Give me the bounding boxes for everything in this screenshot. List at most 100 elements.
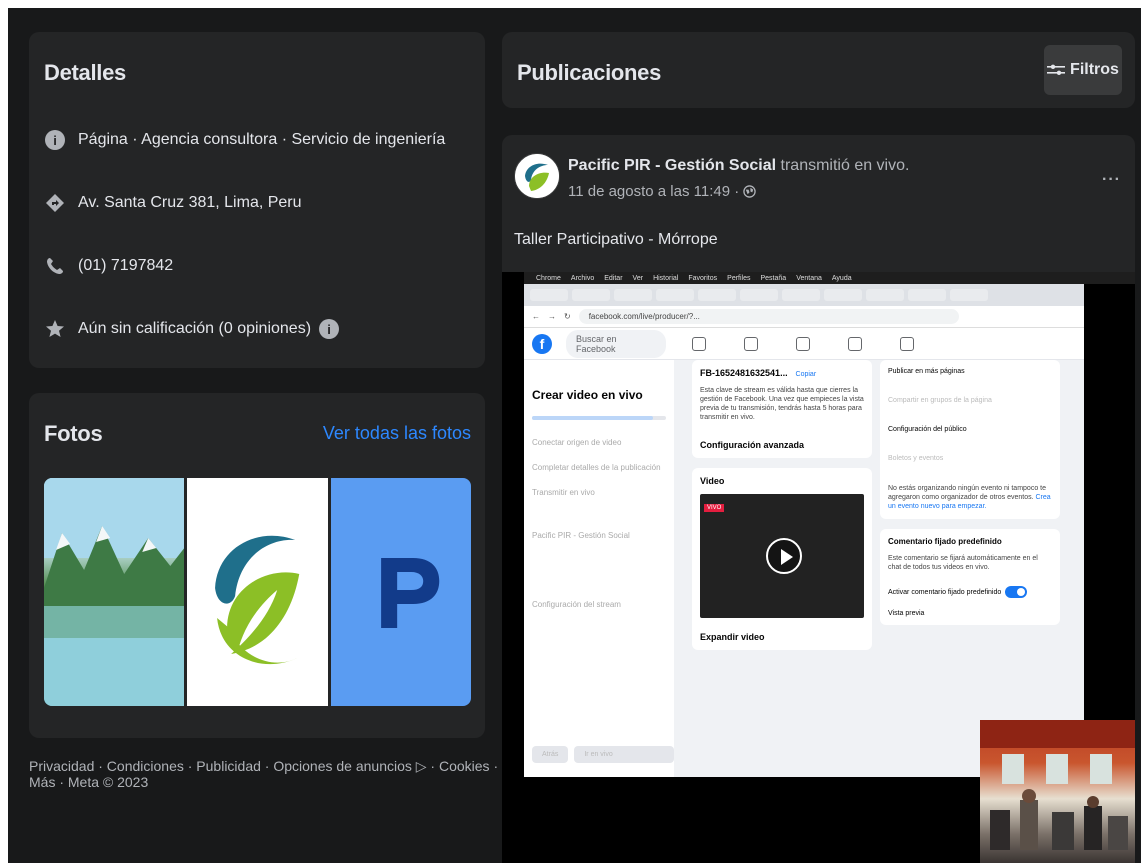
browser-url: facebook.com/live/producer/?...: [578, 309, 959, 324]
create-live-title: Crear video en vivo: [532, 388, 643, 402]
setup-progress: [532, 416, 666, 420]
video-label: Video: [700, 476, 725, 486]
mac-menu-bar: Chrome Archivo Editar Ver Historial Favo…: [524, 272, 1135, 284]
mac-menu-item: Ayuda: [831, 274, 852, 282]
forward-arrow-icon: →: [548, 312, 556, 321]
live-producer-settings: Publicar en más páginas Compartir en gru…: [880, 360, 1060, 777]
filters-label: Filtros: [1070, 61, 1119, 78]
mac-menu-item: Ver: [632, 274, 644, 282]
footer-links[interactable]: Privacidad · Condiciones · Publicidad · …: [29, 758, 499, 790]
live-producer-main: FB-1652481632541... Copiar Esta clave de…: [692, 360, 872, 777]
notes-icon: [900, 336, 914, 351]
details-rating: Aún sin calificación (0 opiniones): [78, 320, 312, 337]
go-live-button: Ir en vivo: [574, 746, 675, 763]
details-page-type: Página · Agencia consultora · Servicio d…: [78, 131, 446, 148]
audience-settings: Configuración del público: [888, 426, 967, 433]
camera-overlay: [980, 720, 1135, 863]
pages-icon: [796, 336, 810, 351]
photos-card: Fotos Ver todas las fotos: [29, 393, 485, 738]
copy-key-button: Copiar: [795, 371, 817, 378]
post-action: transmitió en vivo.: [780, 157, 910, 174]
stream-key-card: FB-1652481632541... Copiar Esta clave de…: [692, 360, 872, 458]
stream-key-note: Esta clave de stream es válida hasta que…: [700, 387, 864, 421]
pinned-comment-card: Comentario fijado predefinido Este comen…: [880, 529, 1060, 625]
live-badge: VIVO: [704, 504, 725, 512]
photo-landscape[interactable]: [44, 478, 185, 706]
mac-menu-item: Editar: [604, 274, 623, 282]
screen-share-browser: ← → ↻ facebook.com/live/producer/?... f …: [524, 284, 1084, 777]
rating-info-icon[interactable]: i: [319, 319, 340, 339]
flag-icon: [744, 336, 758, 351]
mac-menu-item: Favoritos: [688, 274, 718, 282]
publish-more-pages: Publicar en más páginas: [888, 368, 965, 375]
info-icon: i: [44, 129, 66, 151]
events-note-text: No estás organizando ningún evento ni ta…: [888, 485, 1046, 501]
details-phone[interactable]: (01) 7197842: [78, 257, 173, 275]
photo-p-logo[interactable]: [330, 478, 471, 706]
live-video-player[interactable]: Chrome Archivo Editar Ver Historial Favo…: [502, 272, 1135, 863]
mac-menu-item: Archivo: [570, 274, 595, 282]
fb-top-bar: f Buscar en Facebook: [524, 328, 1084, 360]
post-more-options-button[interactable]: ···: [1102, 171, 1121, 189]
pinned-toggle: [1005, 586, 1028, 598]
globe-icon: [743, 185, 756, 198]
page: Detalles i Página · Agencia consultora ·…: [8, 8, 1141, 863]
publish-settings-card: Publicar en más páginas Compartir en gru…: [880, 360, 1060, 519]
back-button: Atrás: [532, 746, 569, 763]
fb-search-input: Buscar en Facebook: [566, 329, 666, 358]
events-note: No estás organizando ningún evento ni ta…: [888, 484, 1052, 511]
tickets-events: Boletos y eventos: [888, 455, 944, 462]
post-text: Taller Participativo - Mórrope: [514, 231, 718, 248]
advanced-settings: Configuración avanzada: [700, 440, 805, 450]
photos-title: Fotos: [44, 421, 103, 446]
mac-menu-item: Pestaña: [760, 274, 787, 282]
post-meta: 11 de agosto a las 11:49 ·: [568, 183, 756, 200]
reload-icon: ↻: [564, 312, 571, 321]
details-page-type-row: i Página · Agencia consultora · Servicio…: [44, 129, 445, 151]
setup-step: Completar detalles de la publicación: [532, 463, 661, 472]
live-producer: Crear video en vivo Conectar origen de v…: [524, 360, 1084, 777]
mac-menu-item: Ventana: [796, 274, 822, 282]
sidebar-buttons: Atrás Ir en vivo: [532, 746, 675, 763]
home-icon: [692, 336, 706, 351]
mac-menu-item: Chrome: [536, 274, 561, 282]
expand-video: Expandir video: [700, 632, 765, 642]
filters-icon: [1047, 64, 1066, 75]
stream-key: FB-1652481632541...: [700, 368, 788, 378]
mac-menu-item: Historial: [653, 274, 679, 282]
megaphone-icon: [848, 336, 862, 351]
details-address[interactable]: Av. Santa Cruz 381, Lima, Peru: [78, 194, 302, 212]
mac-menu-item: Perfiles: [727, 274, 751, 282]
browser-tabs: [524, 284, 1084, 306]
posts-header-card: Publicaciones Filtros: [502, 32, 1135, 108]
browser-address-bar: ← → ↻ facebook.com/live/producer/?...: [524, 306, 1084, 328]
pinned-title: Comentario fijado predefinido: [888, 537, 1002, 546]
post-date[interactable]: 11 de agosto a las 11:49 ·: [568, 183, 739, 200]
directions-icon: [44, 192, 66, 214]
stream-preview: VIVO: [700, 494, 864, 618]
pinned-toggle-label: Activar comentario fijado predefinido: [888, 588, 1002, 596]
phone-icon: [44, 255, 66, 277]
live-producer-sidebar: Crear video en vivo Conectar origen de v…: [524, 360, 675, 777]
post-author[interactable]: Pacific PIR - Gestión Social: [568, 157, 776, 174]
details-phone-row[interactable]: (01) 7197842: [44, 255, 173, 277]
setup-step: Transmitir en vivo: [532, 488, 595, 497]
page-avatar[interactable]: [514, 153, 560, 199]
share-groups: Compartir en grupos de la página: [888, 397, 992, 404]
photos-grid: [44, 478, 471, 706]
posts-title: Publicaciones: [517, 60, 662, 85]
post-card: Pacific PIR - Gestión Social transmitió …: [502, 135, 1135, 863]
back-arrow-icon: ←: [532, 312, 540, 321]
star-icon: [44, 318, 66, 340]
stream-config-label: Configuración del stream: [532, 600, 621, 609]
facebook-logo-icon: f: [532, 333, 552, 354]
details-address-row[interactable]: Av. Santa Cruz 381, Lima, Peru: [44, 192, 302, 214]
details-title: Detalles: [44, 60, 126, 85]
filters-button[interactable]: Filtros: [1044, 45, 1122, 95]
pinned-note: Este comentario se fijará automáticament…: [888, 555, 1038, 571]
see-all-photos-link[interactable]: Ver todas las fotos: [323, 423, 471, 444]
preview-label: Vista previa: [888, 610, 925, 617]
play-icon: [766, 538, 802, 574]
post-header-text: Pacific PIR - Gestión Social transmitió …: [568, 157, 909, 175]
photo-logo[interactable]: [187, 478, 328, 706]
